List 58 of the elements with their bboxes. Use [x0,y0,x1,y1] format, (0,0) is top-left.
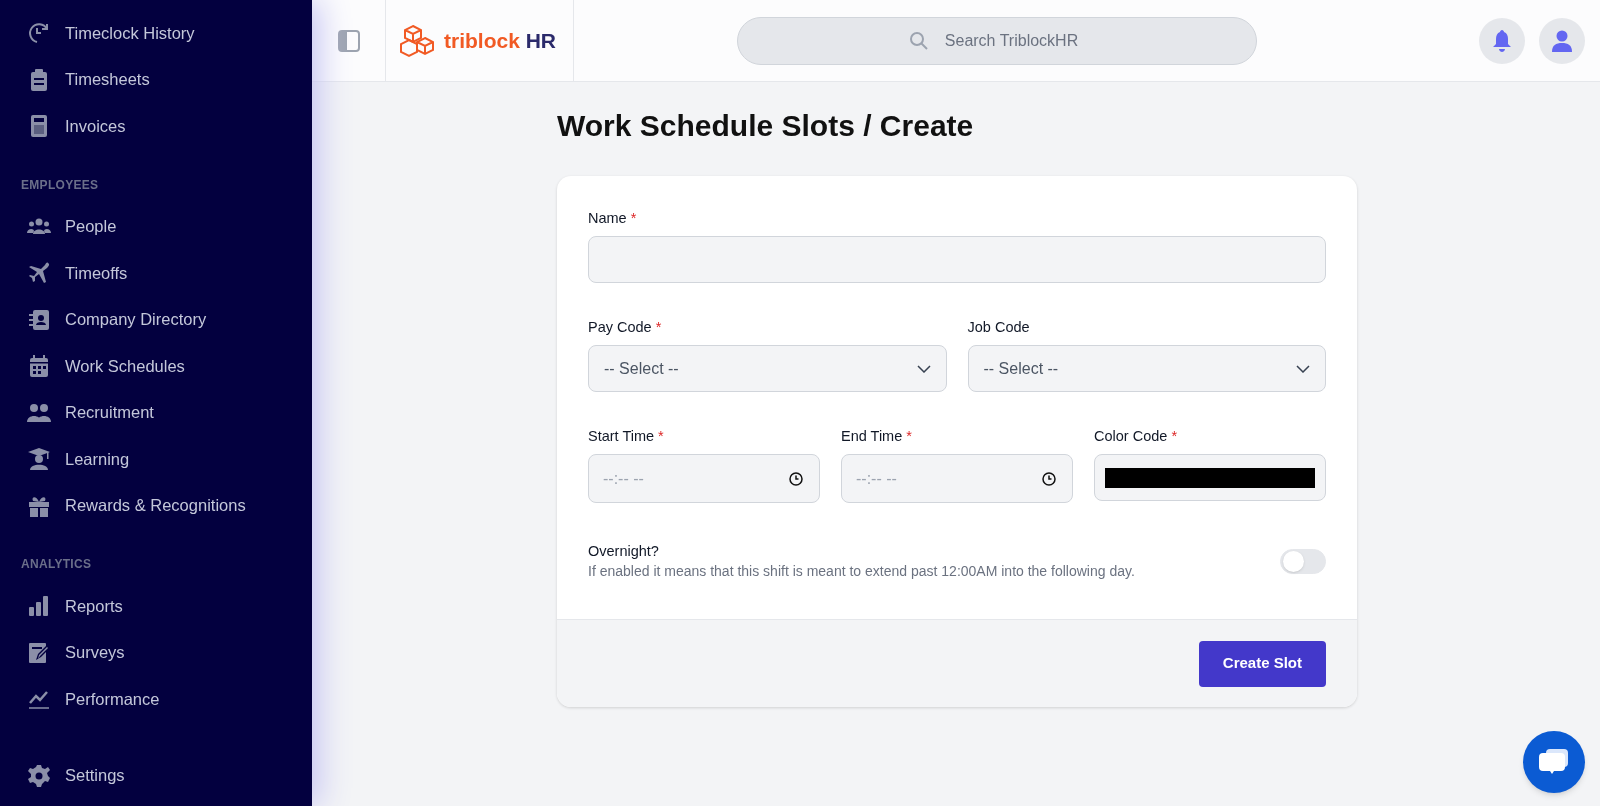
clock-icon [1042,471,1056,486]
field-label: Pay Code * [588,318,663,337]
section-heading: EMPLOYEES [21,176,100,194]
bar-chart-icon [28,595,50,618]
clock-icon [789,471,803,486]
calculator-icon [30,115,48,138]
graduate-icon [28,448,50,471]
sidebar-toggle-icon[interactable] [337,29,360,52]
sidebar-item[interactable]: Timesheets [26,56,312,103]
plane-icon [28,262,50,285]
user-icon [1552,29,1572,52]
toggle-label: Overnight? [588,542,660,561]
sidebar-item[interactable]: Learning [26,436,312,483]
sidebar-item[interactable]: Work Schedules [26,343,312,390]
sidebar-item[interactable]: Performance [26,676,312,723]
chevron-down-icon [916,364,931,373]
users-icon [27,402,51,423]
notifications-button[interactable] [1479,17,1525,64]
sidebar-item[interactable]: People [26,203,312,250]
create-slot-button[interactable]: Create Slot [1198,640,1326,687]
sidebar-item[interactable]: Settings [26,752,312,799]
logo-text: triblock HR [444,27,557,54]
select-dropdown[interactable]: -- Select -- [967,345,1326,392]
sidebar-item[interactable]: Invoices [26,103,312,150]
field-label: Job Code [967,318,1031,337]
line-chart-icon [28,689,50,710]
sidebar-item[interactable]: Timeoffs [26,250,312,297]
search-icon [908,30,929,51]
sidebar-item[interactable]: Company Directory [26,296,312,343]
input-field[interactable] [588,236,1326,283]
sidebar-item[interactable]: Reports [26,583,312,630]
calendar-icon [29,355,49,378]
gift-icon [28,494,50,517]
color-picker[interactable] [1094,454,1326,501]
edit-document-icon [28,641,50,664]
overnight-toggle[interactable] [1280,548,1326,574]
field-label: End Time * [841,427,913,446]
field-label: Color Code * [1094,427,1179,446]
search-field[interactable]: Search TriblockHR [736,16,1257,65]
field-label: Name * [588,209,638,228]
chat-button[interactable] [1523,731,1585,793]
sidebar-item[interactable]: Rewards & Recognitions [26,482,312,529]
bell-icon [1492,29,1512,52]
chevron-down-icon [1296,364,1310,373]
toggle-description: If enabled it means that this shift is meant to extend past 12:00AM into the following day. [588,562,1135,581]
clipboard-icon [29,68,49,91]
field-label: Start Time * [588,427,665,446]
profile-button[interactable] [1539,17,1585,64]
sidebar-item[interactable]: Recruitment [26,389,312,436]
select-dropdown[interactable]: -- Select -- [588,345,947,392]
section-heading: ANALYTICS [21,556,93,573]
people-icon [27,217,51,236]
clock-history-icon [27,21,51,46]
gear-icon [28,764,50,787]
address-book-icon [28,308,50,331]
sidebar-item[interactable]: Surveys [26,629,312,676]
page-title: Work Schedule Slots / Create [557,108,975,144]
sidebar-item[interactable]: Timeclock History [26,10,312,57]
